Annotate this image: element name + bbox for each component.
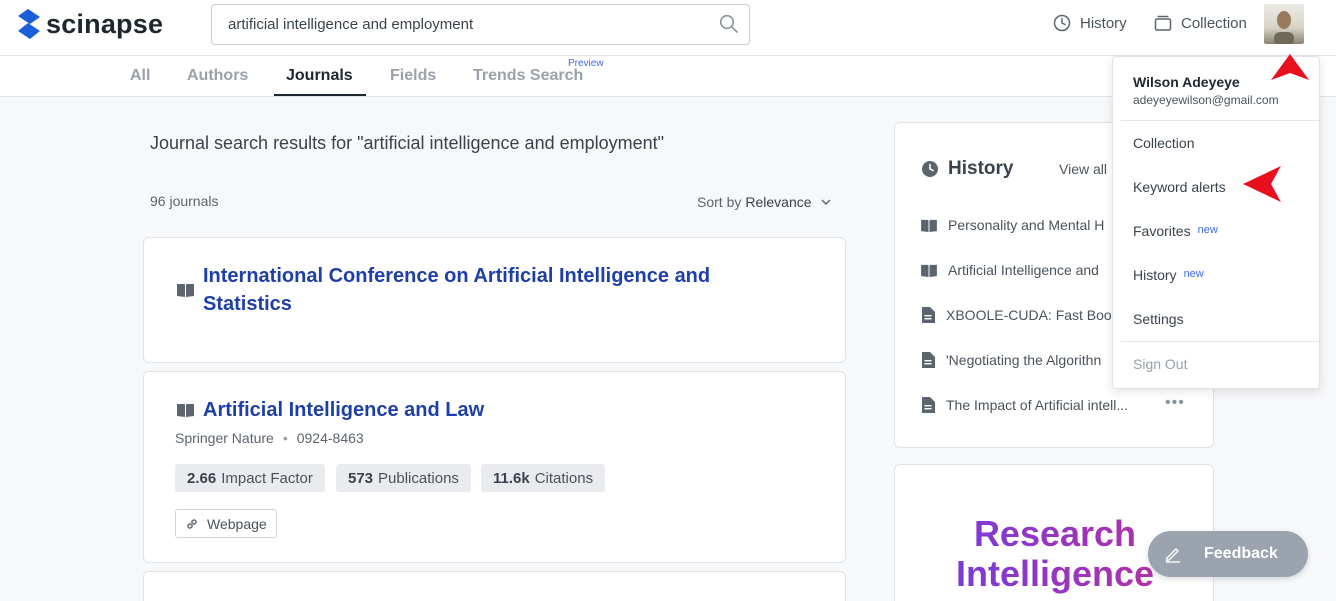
new-badge: new xyxy=(1183,268,1204,280)
feedback-button[interactable]: Feedback xyxy=(1148,531,1308,577)
avatar-photo xyxy=(1274,11,1294,44)
webpage-button[interactable]: Webpage xyxy=(175,509,277,538)
journal-card: Artificial Intelligence and Law Springer… xyxy=(143,371,846,563)
book-icon xyxy=(921,219,937,232)
history-panel-title: History xyxy=(948,158,1014,179)
menu-item-collection[interactable]: Collection xyxy=(1133,135,1194,151)
preview-badge: Preview xyxy=(568,58,604,69)
journal-publisher: Springer Nature xyxy=(175,430,274,446)
history-item[interactable]: XBOOLE-CUDA: Fast Boo xyxy=(921,307,1112,323)
journal-title-link[interactable]: International Conference on Artificial I… xyxy=(203,262,763,318)
citations-value: 11.6k xyxy=(493,469,530,487)
search-input[interactable] xyxy=(228,5,708,44)
collection-nav-label: Collection xyxy=(1181,14,1247,32)
user-email: adeyeyewilson@gmail.com xyxy=(1133,93,1279,107)
history-item-text: Personality and Mental H xyxy=(948,217,1105,233)
clock-filled-icon xyxy=(922,161,938,177)
sort-dropdown[interactable]: Sort by Relevance xyxy=(697,194,832,210)
avatar[interactable] xyxy=(1264,4,1304,44)
menu-divider xyxy=(1121,341,1319,342)
history-item-text: Artificial Intelligence and xyxy=(948,262,1099,278)
history-item-text: The Impact of Artificial intell... xyxy=(946,397,1129,413)
user-name: Wilson Adeyeye xyxy=(1133,74,1240,90)
journal-title-link[interactable]: Artificial Intelligence and Law xyxy=(203,396,484,424)
tab-journals[interactable]: Journals xyxy=(286,67,353,85)
journal-card xyxy=(143,571,846,601)
history-item-text: 'Negotiating the Algorithn xyxy=(946,352,1102,368)
citations-label: Citations xyxy=(534,469,594,487)
tab-all[interactable]: All xyxy=(130,67,150,85)
publications-badge: 573 Publications xyxy=(336,464,471,492)
webpage-label: Webpage xyxy=(207,515,267,532)
history-item[interactable]: Artificial Intelligence and xyxy=(921,262,1099,278)
impact-factor-value: 2.66 xyxy=(187,469,217,487)
journal-meta: Springer Nature • 0924-8463 xyxy=(175,430,364,446)
document-icon xyxy=(922,397,935,413)
menu-item-favorites[interactable]: Favorites new xyxy=(1133,223,1218,239)
book-icon xyxy=(177,404,194,417)
search-icon[interactable] xyxy=(719,14,739,34)
results-count: 96 journals xyxy=(150,193,219,209)
collection-icon xyxy=(1154,15,1172,31)
journal-issn: 0924-8463 xyxy=(296,430,364,446)
history-item[interactable]: 'Negotiating the Algorithn xyxy=(921,352,1101,368)
history-item[interactable]: Personality and Mental H xyxy=(921,217,1104,233)
history-item-text: XBOOLE-CUDA: Fast Boo xyxy=(946,307,1112,323)
impact-factor-label: Impact Factor xyxy=(221,469,313,487)
collection-nav-link[interactable]: Collection xyxy=(1154,14,1247,32)
tab-authors[interactable]: Authors xyxy=(187,67,248,85)
document-icon xyxy=(922,352,935,368)
history-nav-link[interactable]: History xyxy=(1053,14,1127,32)
menu-item-history[interactable]: History new xyxy=(1133,267,1204,283)
menu-item-favorites-label: Favorites xyxy=(1133,223,1191,239)
separator-dot: • xyxy=(282,430,288,446)
document-icon xyxy=(922,307,935,323)
search-box[interactable] xyxy=(211,4,750,45)
view-all-link[interactable]: View all xyxy=(1059,161,1107,177)
results-title: Journal search results for "artificial i… xyxy=(150,133,665,153)
journal-card: International Conference on Artificial I… xyxy=(143,237,846,363)
scinapse-logo[interactable]: scinapse xyxy=(18,8,163,40)
scinapse-logo-icon xyxy=(18,9,40,39)
publications-label: Publications xyxy=(378,469,459,487)
menu-item-keyword-alerts[interactable]: Keyword alerts xyxy=(1133,179,1226,195)
logo-text: scinapse xyxy=(46,8,164,39)
user-menu-dropdown: Wilson Adeyeye adeyeyewilson@gmail.com C… xyxy=(1112,56,1320,389)
menu-divider xyxy=(1121,120,1319,121)
citations-badge: 11.6k Citations xyxy=(481,464,606,492)
tab-fields[interactable]: Fields xyxy=(390,67,436,85)
book-icon xyxy=(921,264,937,277)
impact-factor-badge: 2.66 Impact Factor xyxy=(175,464,325,492)
menu-item-history-label: History xyxy=(1133,267,1177,283)
red-arrow-up-annotation xyxy=(1271,54,1309,80)
history-nav-label: History xyxy=(1080,14,1127,32)
link-icon xyxy=(187,518,197,529)
top-navbar: scinapse History Collection xyxy=(0,0,1336,56)
tab-trends-search[interactable]: Trends Search xyxy=(473,67,583,85)
active-tab-indicator xyxy=(274,94,366,96)
sort-value: Relevance xyxy=(745,194,812,210)
publications-value: 573 xyxy=(348,469,374,487)
book-icon xyxy=(177,284,194,297)
menu-item-settings[interactable]: Settings xyxy=(1133,311,1184,327)
clock-icon xyxy=(1053,14,1071,32)
history-panel-header: History xyxy=(921,158,1013,180)
sort-prefix: Sort by xyxy=(697,194,742,210)
pencil-icon xyxy=(1165,548,1180,563)
more-options-icon[interactable]: ••• xyxy=(1165,394,1185,412)
new-badge: new xyxy=(1197,224,1218,236)
feedback-label: Feedback xyxy=(1204,545,1278,562)
red-arrow-left-annotation xyxy=(1243,166,1281,202)
history-item[interactable]: The Impact of Artificial intell... xyxy=(921,397,1128,413)
chevron-down-icon xyxy=(821,199,831,205)
menu-item-sign-out[interactable]: Sign Out xyxy=(1133,356,1187,372)
